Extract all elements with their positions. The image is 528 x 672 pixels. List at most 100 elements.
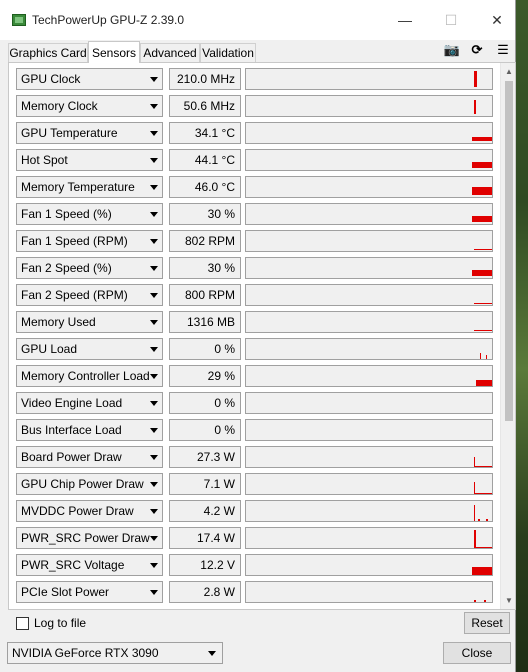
close-window-button[interactable]: ✕: [474, 0, 520, 40]
sensor-row: Fan 2 Speed (%) 30 %: [9, 254, 499, 281]
sensor-row: GPU Chip Power Draw 7.1 W: [9, 470, 499, 497]
sensor-label-dropdown[interactable]: Memory Used: [16, 311, 163, 333]
chevron-down-icon: [150, 104, 158, 109]
sensor-graph-trace: [472, 216, 492, 222]
sensor-label-dropdown[interactable]: Memory Controller Load: [16, 365, 163, 387]
sensor-graph: [245, 257, 493, 279]
reset-button[interactable]: Reset: [464, 612, 510, 634]
sensor-graph-trace: [476, 380, 492, 386]
log-to-file-label: Log to file: [34, 616, 87, 630]
sensor-label-dropdown[interactable]: Memory Clock: [16, 95, 163, 117]
sensor-label-dropdown[interactable]: Hot Spot: [16, 149, 163, 171]
sensor-label-text: Fan 2 Speed (%): [21, 261, 112, 275]
sensor-label-text: Bus Interface Load: [21, 423, 122, 437]
sensor-label-text: PCIe Slot Power: [21, 585, 110, 599]
sensor-graph-trace: [474, 100, 476, 114]
sensor-graph: [245, 581, 493, 603]
minimize-button[interactable]: —: [382, 0, 428, 40]
sensor-label-dropdown[interactable]: Fan 1 Speed (RPM): [16, 230, 163, 252]
sensor-value: 0 %: [169, 392, 241, 414]
sensor-graph: [245, 230, 493, 252]
sensor-value: 27.3 W: [169, 446, 241, 468]
sensor-label-dropdown[interactable]: Bus Interface Load: [16, 419, 163, 441]
sensor-graph-trace: [480, 353, 481, 359]
camera-icon[interactable]: 📷: [443, 42, 461, 58]
sensor-graph: [245, 68, 493, 90]
sensor-row: Memory Used 1316 MB: [9, 308, 499, 335]
sensor-row: GPU Load 0 %: [9, 335, 499, 362]
gpu-select-dropdown[interactable]: NVIDIA GeForce RTX 3090: [7, 642, 223, 664]
sensor-row: Board Power Draw 27.3 W: [9, 443, 499, 470]
sensor-row: GPU Temperature 34.1 °C: [9, 119, 499, 146]
maximize-button[interactable]: ☐: [428, 0, 474, 40]
sensor-row: PWR_SRC Voltage 12.2 V: [9, 551, 499, 578]
sensor-graph-trace: [472, 137, 492, 141]
bottom-controls: Log to file Reset: [0, 612, 516, 638]
chevron-down-icon: [150, 590, 158, 595]
chevron-down-icon: [150, 536, 158, 541]
sensor-value: 34.1 °C: [169, 122, 241, 144]
sensor-value: 0 %: [169, 338, 241, 360]
sensor-label-text: GPU Load: [21, 342, 78, 356]
sensor-graph: [245, 527, 493, 549]
refresh-icon[interactable]: ⟳: [468, 42, 486, 58]
sensor-row: Memory Clock 50.6 MHz: [9, 92, 499, 119]
tab-advanced[interactable]: Advanced: [140, 43, 200, 62]
tab-validation[interactable]: Validation: [200, 43, 256, 62]
sensor-label-dropdown[interactable]: Video Engine Load: [16, 392, 163, 414]
sensor-label-dropdown[interactable]: GPU Load: [16, 338, 163, 360]
sensor-value: 12.2 V: [169, 554, 241, 576]
sensor-value: 46.0 °C: [169, 176, 241, 198]
chevron-down-icon: [150, 266, 158, 271]
sensor-label-dropdown[interactable]: PWR_SRC Power Draw: [16, 527, 163, 549]
sensor-label-text: MVDDC Power Draw: [21, 504, 134, 518]
sensor-graph-trace: [486, 519, 488, 521]
window-title: TechPowerUp GPU-Z 2.39.0: [32, 13, 185, 27]
sensor-graph: [245, 122, 493, 144]
tab-graphics-card[interactable]: Graphics Card: [8, 43, 88, 62]
menu-icon[interactable]: ☰: [494, 42, 512, 58]
sensor-graph: [245, 311, 493, 333]
sensor-label-dropdown[interactable]: GPU Temperature: [16, 122, 163, 144]
chevron-down-icon: [150, 239, 158, 244]
scroll-up-icon[interactable]: ▲: [501, 63, 515, 80]
sensor-graph: [245, 149, 493, 171]
sensor-label-dropdown[interactable]: Board Power Draw: [16, 446, 163, 468]
scroll-thumb[interactable]: [505, 81, 513, 421]
sensor-label-dropdown[interactable]: Memory Temperature: [16, 176, 163, 198]
footer: NVIDIA GeForce RTX 3090 Close: [0, 640, 516, 666]
sensor-label-dropdown[interactable]: PCIe Slot Power: [16, 581, 163, 603]
sensor-label-text: Memory Clock: [21, 99, 98, 113]
scroll-down-icon[interactable]: ▼: [501, 592, 515, 609]
sensor-label-dropdown[interactable]: GPU Clock: [16, 68, 163, 90]
sensor-graph-trace: [474, 330, 492, 331]
sensor-label-text: GPU Chip Power Draw: [21, 477, 144, 491]
sensor-label-dropdown[interactable]: Fan 2 Speed (%): [16, 257, 163, 279]
sensor-label-text: PWR_SRC Voltage: [21, 558, 125, 572]
sensor-value: 210.0 MHz: [169, 68, 241, 90]
sensor-label-dropdown[interactable]: GPU Chip Power Draw: [16, 473, 163, 495]
sensor-label-dropdown[interactable]: PWR_SRC Voltage: [16, 554, 163, 576]
vertical-scrollbar[interactable]: ▲ ▼: [500, 63, 515, 609]
sensor-graph: [245, 473, 493, 495]
sensor-label-text: PWR_SRC Power Draw: [21, 531, 150, 545]
sensor-graph-trace: [486, 355, 487, 359]
sensor-value: 50.6 MHz: [169, 95, 241, 117]
chevron-down-icon: [150, 428, 158, 433]
sensor-value: 44.1 °C: [169, 149, 241, 171]
sensor-label-text: GPU Clock: [21, 72, 81, 86]
sensor-graph: [245, 554, 493, 576]
sensor-graph-trace: [474, 505, 475, 521]
sensor-label-dropdown[interactable]: MVDDC Power Draw: [16, 500, 163, 522]
sensor-graph: [245, 95, 493, 117]
sensor-label-dropdown[interactable]: Fan 1 Speed (%): [16, 203, 163, 225]
sensor-row: Memory Controller Load 29 %: [9, 362, 499, 389]
log-to-file-checkbox[interactable]: [16, 617, 29, 630]
close-button[interactable]: Close: [443, 642, 511, 664]
chevron-down-icon: [150, 563, 158, 568]
gpuz-window: TechPowerUp GPU-Z 2.39.0 — ☐ ✕ Graphics …: [0, 0, 516, 672]
sensor-label-dropdown[interactable]: Fan 2 Speed (RPM): [16, 284, 163, 306]
sensor-row: Fan 2 Speed (RPM) 800 RPM: [9, 281, 499, 308]
sensor-value: 4.2 W: [169, 500, 241, 522]
tab-sensors[interactable]: Sensors: [88, 41, 140, 63]
